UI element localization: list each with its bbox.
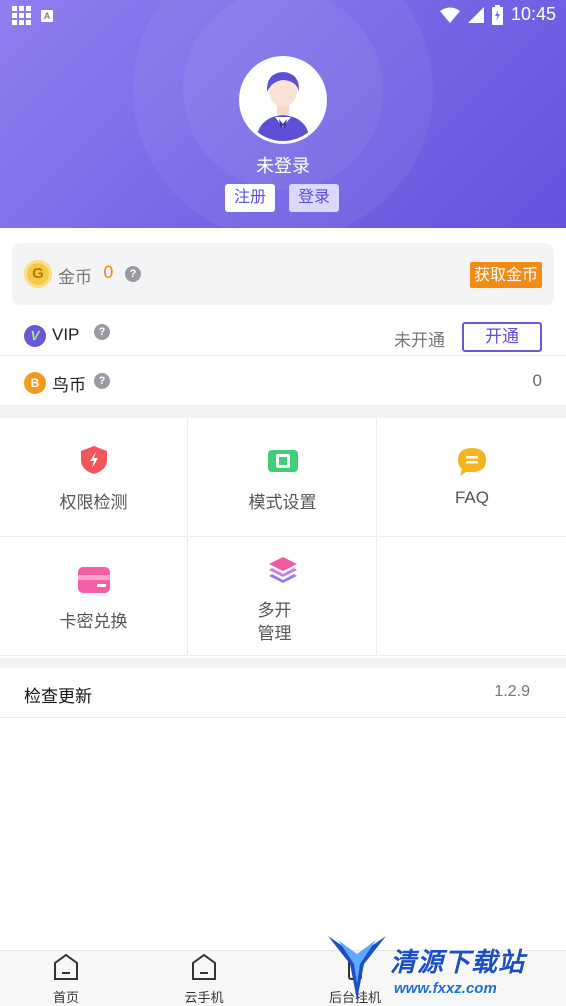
feature-label-line1: 多开 [257, 601, 292, 621]
nav-cloud-phone[interactable]: 云手机 [164, 953, 244, 1006]
check-update-label: 检查更新 [24, 687, 92, 707]
register-button[interactable]: 注册 [225, 184, 276, 212]
login-button[interactable]: 登录 [289, 184, 340, 212]
vip-help-icon[interactable]: ? [94, 324, 110, 340]
status-time: 10:45 [510, 4, 556, 24]
status-bar: A 10:45 [0, 0, 566, 30]
feature-label: 卡密兑换 [59, 612, 128, 632]
watermark-logo-icon [328, 936, 386, 1000]
feature-label: FAQ [454, 488, 489, 507]
nav-cloud-phone-label: 云手机 [184, 991, 224, 1006]
vip-status: 未开通 [394, 331, 445, 351]
check-update-row[interactable]: 检查更新 1.2.9 [0, 668, 566, 718]
home-icon [54, 953, 78, 980]
site-watermark: 清源下载站 www.fxxz.com [326, 934, 566, 1006]
gold-coin-label: 金币 [58, 268, 92, 288]
feature-empty-slot [378, 537, 566, 656]
vip-icon: V [24, 325, 46, 347]
feature-permission-check[interactable]: 权限检测 [0, 418, 188, 537]
battery-charging-icon [491, 4, 503, 25]
mode-device-icon [267, 450, 298, 472]
vip-open-button[interactable]: 开通 [462, 322, 542, 352]
gold-coin-value: 0 [103, 263, 114, 283]
gold-coin-card: G 金币 0 ? 获取金币 [12, 243, 554, 305]
feature-card-redeem[interactable]: 卡密兑换 [0, 537, 188, 656]
chat-bubble-icon [458, 448, 486, 476]
section-divider-2 [0, 658, 566, 668]
feature-multi-open[interactable]: 多开 管理 [189, 537, 377, 656]
bird-coin-help-icon[interactable]: ? [94, 373, 110, 389]
app-version: 1.2.9 [494, 683, 530, 700]
grid-icon [12, 6, 31, 25]
bird-coin-label: 鸟币 [52, 376, 86, 396]
signal-icon [467, 6, 484, 23]
vip-label: VIP [52, 325, 80, 344]
vip-row: V VIP ? 未开通 开通 [0, 306, 566, 356]
bird-coin-icon: B [24, 372, 46, 394]
section-divider [0, 406, 566, 418]
a-icon: A [41, 9, 53, 22]
watermark-url: www.fxxz.com [394, 980, 497, 997]
nav-home[interactable]: 首页 [26, 953, 106, 1006]
avatar[interactable] [239, 56, 327, 144]
shield-alert-icon [80, 446, 107, 474]
login-state-text: 未登录 [256, 156, 310, 177]
status-bar-right: 10:45 [439, 4, 556, 25]
get-coins-button[interactable]: 获取金币 [469, 262, 542, 288]
gold-coin-icon: G [24, 260, 52, 288]
status-bar-left: A [12, 6, 53, 25]
feature-label-line2: 管理 [257, 624, 292, 644]
feature-label: 模式设置 [248, 493, 317, 513]
user-avatar-icon [256, 72, 310, 141]
bird-coin-row: B 鸟币 ? 0 [0, 356, 566, 406]
profile-header: A 10:45 未登录 注册 登录 [0, 0, 566, 228]
cloud-phone-icon [192, 953, 216, 980]
feature-label: 权限检测 [59, 493, 128, 513]
bird-coin-value: 0 [532, 371, 542, 390]
nav-home-label: 首页 [52, 991, 79, 1006]
layers-icon [268, 557, 297, 583]
wifi-icon [439, 7, 460, 23]
feature-grid: 权限检测 模式设置 FAQ 卡密兑换 多开 管理 [0, 418, 566, 658]
card-icon [77, 567, 110, 593]
feature-faq[interactable]: FAQ [378, 418, 566, 537]
help-icon[interactable]: ? [125, 266, 141, 282]
watermark-text: 清源下载站 [390, 948, 526, 978]
feature-mode-settings[interactable]: 模式设置 [189, 418, 377, 537]
